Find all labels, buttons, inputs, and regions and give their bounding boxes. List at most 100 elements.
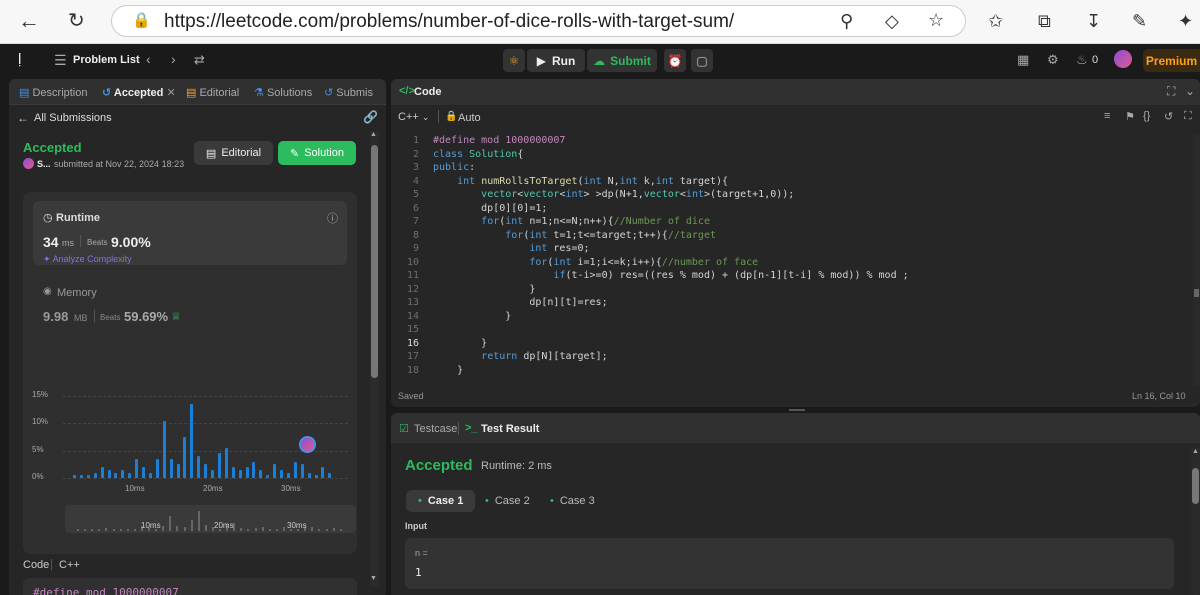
back-icon[interactable]: ←	[18, 10, 40, 32]
scrollbar-thumb[interactable]	[371, 145, 378, 378]
layout-grid-icon[interactable]: ▦	[1017, 52, 1029, 68]
chart-bar[interactable]	[190, 404, 194, 478]
scrollbar-thumb[interactable]	[1194, 289, 1199, 297]
chart-bar[interactable]	[293, 461, 297, 478]
case-3-tab[interactable]: • Case 3	[538, 490, 607, 512]
prev-problem-icon[interactable]: ‹	[146, 51, 151, 67]
chart-bar[interactable]	[148, 472, 152, 478]
chart-bar[interactable]	[266, 475, 270, 478]
chart-bar[interactable]	[121, 469, 125, 478]
link-icon[interactable]: 🔗	[363, 110, 378, 124]
chart-bar[interactable]	[224, 447, 228, 478]
streak-fire-icon[interactable]: ♨	[1076, 52, 1088, 68]
chart-bar[interactable]	[273, 464, 277, 478]
scroll-up-icon[interactable]: ▲	[370, 131, 377, 138]
code-editor[interactable]: 1 #define mod 1000000007 2 class Solution{3…	[391, 135, 1200, 387]
chart-bar[interactable]	[286, 472, 290, 478]
leetcode-logo-icon[interactable]: ḷ	[18, 51, 21, 68]
chart-bar[interactable]	[73, 475, 76, 478]
shuffle-icon[interactable]: ⇄	[194, 52, 205, 68]
chart-bar[interactable]	[321, 467, 325, 478]
chart-bar[interactable]	[307, 472, 311, 478]
chart-bar[interactable]	[100, 467, 104, 478]
notes-button[interactable]: ▢	[691, 49, 713, 72]
settings-gear-icon[interactable]: ⚙	[1047, 52, 1059, 68]
scroll-up-icon[interactable]: ▲	[1192, 448, 1199, 455]
back-arrow-icon[interactable]: ←	[17, 111, 29, 125]
submit-button[interactable]: ☁ Submit	[587, 49, 657, 72]
chart-bar[interactable]	[197, 456, 201, 478]
test-scrollbar[interactable]: ▲	[1191, 448, 1200, 595]
download-icon[interactable]: ↧	[1086, 11, 1101, 31]
case-2-tab[interactable]: • Case 2	[473, 490, 542, 512]
chart-bar[interactable]	[280, 469, 283, 478]
chart-bar[interactable]	[142, 467, 145, 478]
all-submissions-link[interactable]: All Submissions	[34, 112, 112, 124]
range-brush[interactable]: 10ms 20ms 30ms	[65, 505, 356, 533]
runtime-box[interactable]: ◷ Runtime ⓘ 34 ms Beats 9.00% ✦ Analyze …	[33, 201, 347, 265]
autocomplete-mode[interactable]: Auto	[458, 112, 481, 124]
copilot-icon[interactable]: ✦	[1178, 11, 1193, 31]
tag-icon[interactable]: ◇	[885, 11, 899, 31]
editor-scrollbar[interactable]	[1193, 135, 1200, 387]
address-bar[interactable]: 🔒 https://leetcode.com/problems/number-o…	[111, 5, 966, 37]
tab-description[interactable]: ▤ Description	[19, 86, 88, 99]
left-scrollbar[interactable]: ▲ ▼	[370, 131, 379, 586]
extensions-icon[interactable]: ✎	[1132, 11, 1147, 31]
chart-bar[interactable]	[217, 453, 221, 478]
chart-bar[interactable]	[169, 458, 173, 478]
editorial-button[interactable]: ▤ Editorial	[194, 141, 273, 165]
next-problem-icon[interactable]: ›	[171, 51, 176, 67]
scrollbar-thumb[interactable]	[1192, 468, 1199, 504]
collections-icon[interactable]: ⧉	[1038, 11, 1051, 31]
tab-test-result[interactable]: Test Result	[481, 423, 539, 435]
format-icon[interactable]: ≡	[1104, 110, 1110, 122]
refresh-icon[interactable]: ↻	[68, 11, 85, 31]
chart-bar[interactable]	[86, 475, 90, 478]
resize-handle[interactable]	[789, 409, 805, 411]
info-icon[interactable]: ⓘ	[327, 210, 338, 226]
language-selector[interactable]: C++ ⌄	[398, 111, 429, 123]
tab-testcase[interactable]: Testcase	[414, 423, 457, 435]
debug-button[interactable]: ⚛	[503, 49, 525, 72]
expand-icon[interactable]: ⛶	[1167, 84, 1175, 99]
tab-submissions[interactable]: ↺ Submis	[324, 86, 373, 99]
close-tab-icon[interactable]: ✕	[166, 87, 175, 99]
chart-bar[interactable]	[252, 461, 256, 478]
favorite-star-icon[interactable]: ☆	[928, 10, 944, 30]
chart-bar[interactable]	[183, 437, 187, 478]
premium-button[interactable]: Premium	[1143, 49, 1200, 72]
zoom-icon[interactable]: ⚲	[840, 11, 853, 31]
chart-bar[interactable]	[211, 469, 214, 478]
chart-bar[interactable]	[135, 458, 139, 478]
favorites-icon[interactable]: ✩	[988, 11, 1003, 31]
chart-bar[interactable]	[204, 464, 208, 478]
my-submission-marker[interactable]	[299, 436, 316, 453]
chart-bar[interactable]	[314, 475, 318, 478]
avatar[interactable]	[1114, 50, 1132, 68]
chart-bar[interactable]	[300, 464, 304, 478]
timer-button[interactable]: ⏰	[664, 49, 686, 72]
chart-bar[interactable]	[176, 464, 180, 478]
collapse-icon[interactable]: ⌄	[1185, 84, 1195, 98]
list-icon[interactable]: ☰	[54, 52, 67, 69]
bookmark-icon[interactable]: ⚑	[1125, 110, 1135, 123]
chart-bar[interactable]	[231, 467, 235, 478]
problem-list-link[interactable]: Problem List	[73, 54, 140, 66]
fullscreen-icon[interactable]: ⛶	[1184, 110, 1192, 123]
chart-bar[interactable]	[155, 458, 159, 478]
username[interactable]: S...	[37, 159, 51, 169]
analyze-complexity-link[interactable]: ✦ Analyze Complexity	[43, 254, 132, 265]
chart-bar[interactable]	[328, 472, 332, 478]
chart-bar[interactable]	[245, 467, 249, 478]
runtime-distribution-chart[interactable]: 15% 10% 5% 0% 10ms 20ms 30ms	[23, 352, 357, 502]
tab-accepted[interactable]: ↺ Accepted ✕	[102, 86, 176, 99]
chart-bar[interactable]	[114, 472, 118, 478]
chart-bar[interactable]	[93, 472, 97, 478]
chart-bar[interactable]	[238, 469, 242, 478]
chart-bar[interactable]	[162, 420, 166, 478]
chart-bar[interactable]	[128, 472, 132, 478]
chart-bar[interactable]	[259, 469, 263, 478]
reset-icon[interactable]: ↺	[1164, 110, 1173, 123]
braces-icon[interactable]: {}	[1143, 110, 1150, 122]
